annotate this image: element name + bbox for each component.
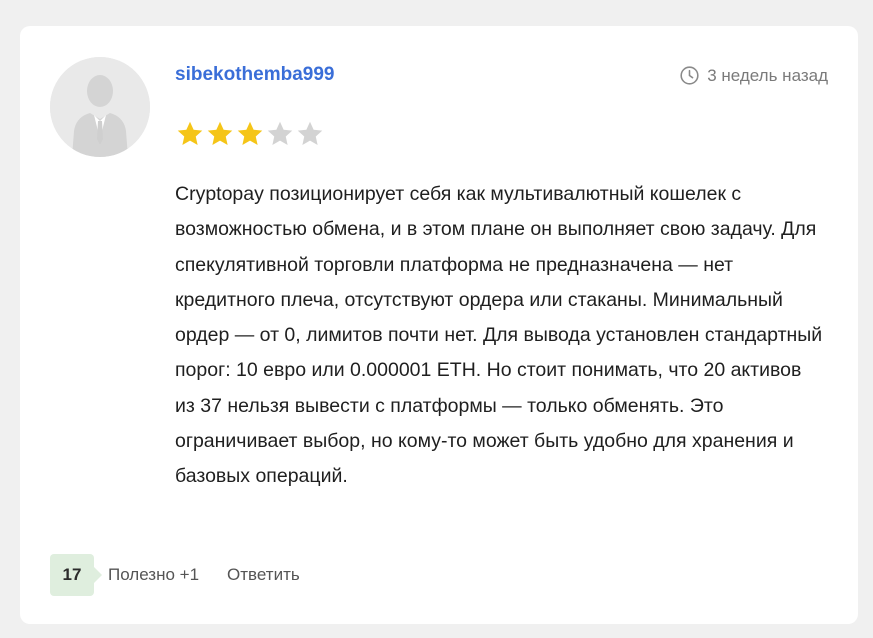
review-text: Cryptopay позиционирует себя как мультив… <box>175 183 823 488</box>
star-filled-icon <box>237 121 263 145</box>
author-link[interactable]: sibekothemba999 <box>175 64 334 86</box>
avatar[interactable] <box>50 57 150 157</box>
helpful-button[interactable]: Полезно +1 <box>108 565 199 585</box>
helpful-count: 17 <box>62 565 82 584</box>
review-time-text: 3 недель назад <box>707 65 828 85</box>
clock-icon <box>680 66 699 85</box>
star-empty-icon <box>297 121 323 145</box>
review-time: 3 недель назад <box>679 65 828 86</box>
reply-button[interactable]: Ответить <box>227 565 300 585</box>
review-card: sibekothemba999 3 недель назад Cryptopay… <box>20 26 858 624</box>
review-footer: 17 Полезно +1 Ответить <box>50 554 300 596</box>
helpful-count-badge: 17 <box>50 554 102 596</box>
user-silhouette-icon <box>50 57 150 157</box>
star-filled-icon <box>207 121 233 145</box>
star-empty-icon <box>267 121 293 145</box>
star-rating <box>175 119 325 149</box>
star-filled-icon <box>177 121 203 145</box>
